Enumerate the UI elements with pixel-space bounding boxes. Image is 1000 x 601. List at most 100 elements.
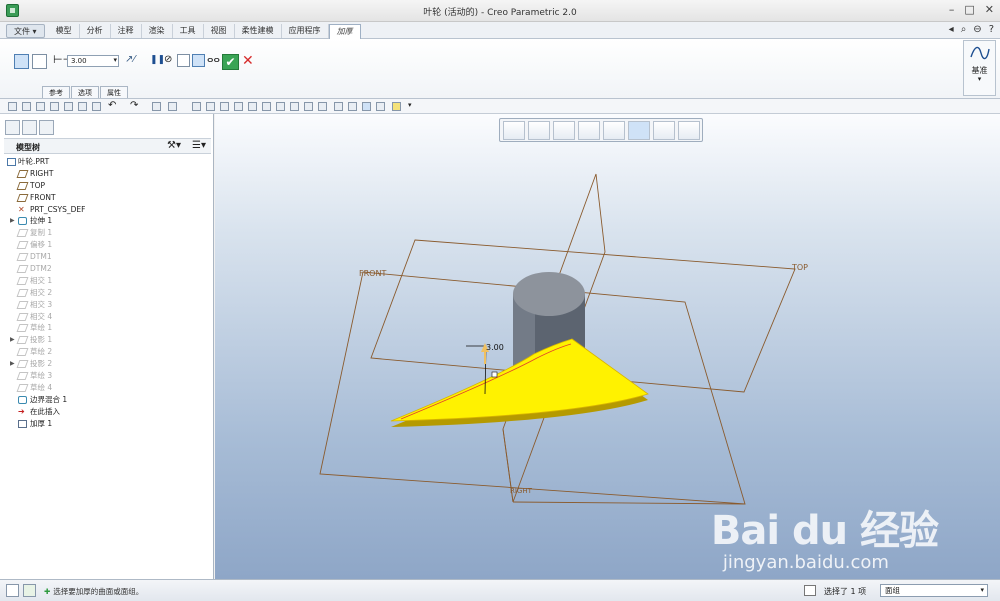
no-preview-icon[interactable]: ⊘ xyxy=(164,54,172,65)
hidden-line-icon[interactable] xyxy=(376,102,385,111)
solid-thicken-button[interactable] xyxy=(14,54,29,69)
tab-options[interactable]: 选项 xyxy=(71,86,99,98)
windows-icon[interactable] xyxy=(168,102,177,111)
appearance-icon[interactable] xyxy=(392,102,401,111)
ok-button[interactable]: ✔ xyxy=(222,54,239,70)
thickness-dimension-label[interactable]: 3.00 xyxy=(486,343,504,352)
window-icon[interactable] xyxy=(92,102,101,111)
regenerate-icon[interactable] xyxy=(152,102,161,111)
view-manager-icon[interactable] xyxy=(234,102,243,111)
tab-applications[interactable]: 应用程序 xyxy=(282,24,329,38)
tree-item[interactable]: ▶ 拉伸 1 xyxy=(6,215,210,227)
close-icon[interactable]: ✕ xyxy=(985,3,994,16)
zoom-icon[interactable] xyxy=(220,102,229,111)
datum-panel-button[interactable]: 基准 ▾ xyxy=(963,40,996,96)
tab-model-tree-icon[interactable] xyxy=(5,120,20,135)
spin-center-icon[interactable] xyxy=(276,102,285,111)
minimize-icon[interactable]: – xyxy=(949,3,955,16)
csys-display-icon[interactable] xyxy=(318,102,327,111)
filter-mode-icon[interactable] xyxy=(804,585,816,596)
tree-item[interactable]: 边界混合 1 xyxy=(6,394,210,406)
tree-item[interactable]: TOP xyxy=(6,180,210,192)
tree-item[interactable]: DTM2 xyxy=(6,263,210,275)
open-file-icon[interactable] xyxy=(22,102,31,111)
tab-analysis[interactable]: 分析 xyxy=(80,24,111,38)
annotation-display-icon[interactable] xyxy=(334,102,343,111)
front-plane-label: FRONT xyxy=(359,269,386,278)
drag-handle[interactable] xyxy=(491,371,498,378)
undo-icon[interactable]: ↶ xyxy=(108,100,116,111)
point-display-icon[interactable] xyxy=(304,102,313,111)
tree-item[interactable]: 草绘 1 xyxy=(6,322,210,334)
new-file-icon[interactable] xyxy=(8,102,17,111)
tree-item[interactable]: 草绘 4 xyxy=(6,382,210,394)
expand-arrow-icon[interactable]: ▶ xyxy=(10,358,15,370)
tree-item[interactable]: ▶ 投影 1 xyxy=(6,334,210,346)
tab-thicken[interactable]: 加厚 xyxy=(328,24,361,40)
thickness-input[interactable]: 3.00 xyxy=(67,55,119,67)
selection-filter-select[interactable]: 面组 xyxy=(880,584,988,597)
flip-direction-icon[interactable]: ↗⁄ xyxy=(125,54,135,65)
measure-icon[interactable] xyxy=(248,102,257,111)
browser-toggle-icon[interactable] xyxy=(23,584,36,597)
customize-toolbar-icon[interactable]: ▾ xyxy=(408,101,412,109)
tree-item[interactable]: FRONT xyxy=(6,192,210,204)
datum-plane-icon[interactable] xyxy=(262,102,271,111)
hub-cylinder-top[interactable] xyxy=(513,272,585,316)
wireframe-icon[interactable] xyxy=(348,102,357,111)
tab-tools[interactable]: 工具 xyxy=(173,24,204,38)
preview-icon[interactable] xyxy=(177,54,190,67)
paste-icon[interactable] xyxy=(78,102,87,111)
tree-item[interactable]: 偏移 1 xyxy=(6,239,210,251)
remove-material-button[interactable] xyxy=(32,54,47,69)
tree-item[interactable]: 相交 2 xyxy=(6,287,210,299)
tab-flexible-modeling[interactable]: 柔性建模 xyxy=(235,24,282,38)
tree-item[interactable]: 相交 3 xyxy=(6,299,210,311)
shade-icon[interactable] xyxy=(192,102,201,111)
tree-settings-icon[interactable]: ⚒▾ xyxy=(167,140,181,151)
selection-count: 选择了 1 项 xyxy=(824,587,867,596)
copy-icon[interactable] xyxy=(64,102,73,111)
tab-annotate[interactable]: 注释 xyxy=(111,24,142,38)
save-icon[interactable] xyxy=(36,102,45,111)
tree-item[interactable]: 相交 4 xyxy=(6,311,210,323)
tree-display-icon[interactable]: ☰▾ xyxy=(192,140,206,151)
tree-item[interactable]: 相交 1 xyxy=(6,275,210,287)
redo-icon[interactable]: ↷ xyxy=(130,100,138,111)
tree-item[interactable]: ✕ PRT_CSYS_DEF xyxy=(6,204,210,216)
pause-icon[interactable]: ❚❚ xyxy=(150,55,165,65)
tab-favorites-icon[interactable] xyxy=(39,120,54,135)
tree-item[interactable]: ➔ 在此插入 xyxy=(6,406,210,418)
expand-arrow-icon[interactable]: ▶ xyxy=(10,215,15,227)
refit-icon[interactable] xyxy=(206,102,215,111)
tab-references[interactable]: 参考 xyxy=(42,86,70,98)
glasses-icon[interactable]: ⴰⴰ xyxy=(207,54,220,65)
tree-item[interactable]: DTM1 xyxy=(6,251,210,263)
status-plus-icon: ✚ xyxy=(44,587,51,596)
tree-item[interactable]: 复制 1 xyxy=(6,227,210,239)
tree-item[interactable]: ▶ 投影 2 xyxy=(6,358,210,370)
search-icon[interactable]: ⌕ xyxy=(961,24,967,35)
tree-item[interactable]: 叶轮.PRT xyxy=(6,156,210,168)
tab-render[interactable]: 渲染 xyxy=(142,24,173,38)
tab-properties[interactable]: 属性 xyxy=(100,86,128,98)
maximize-icon[interactable]: □ xyxy=(964,3,974,16)
tree-item[interactable]: 加厚 1 xyxy=(6,418,210,430)
tab-view[interactable]: 视图 xyxy=(204,24,235,38)
axis-display-icon[interactable] xyxy=(290,102,299,111)
print-icon[interactable] xyxy=(50,102,59,111)
navigator-toggle-icon[interactable] xyxy=(6,584,19,597)
help-icon[interactable]: ? xyxy=(989,24,994,35)
expand-arrow-icon[interactable]: ▶ xyxy=(10,334,15,346)
file-menu-button[interactable]: 文件 ▾ xyxy=(6,24,45,38)
settings-icon[interactable]: ⊖ xyxy=(973,24,981,35)
tree-item[interactable]: RIGHT xyxy=(6,168,210,180)
tab-folder-browser-icon[interactable] xyxy=(22,120,37,135)
cancel-button[interactable]: ✕ xyxy=(242,53,254,69)
verify-mode-icon[interactable] xyxy=(192,54,205,67)
shading-edges-icon[interactable] xyxy=(362,102,371,111)
tree-item[interactable]: 草绘 3 xyxy=(6,370,210,382)
tree-item[interactable]: 草绘 2 xyxy=(6,346,210,358)
arrow-left-icon[interactable]: ◂ xyxy=(949,24,954,35)
tab-model[interactable]: 模型 xyxy=(49,24,80,38)
